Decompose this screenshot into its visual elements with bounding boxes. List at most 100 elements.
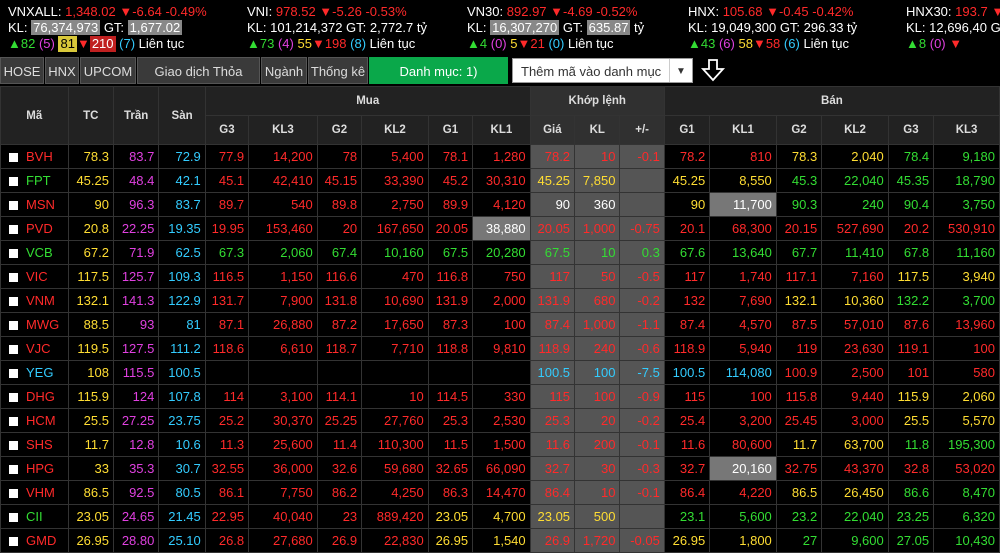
symbol[interactable]: CII (26, 509, 43, 524)
header-g2-2[interactable]: G2 (316, 115, 363, 145)
symbol-cell[interactable]: CII (0, 504, 69, 529)
tab-hose[interactable]: HOSE (0, 57, 44, 84)
row-checkbox[interactable] (9, 201, 18, 211)
symbol-cell[interactable]: VCB (0, 240, 69, 265)
download-arrow-icon[interactable] (700, 57, 726, 83)
symbol-cell[interactable]: FPT (0, 168, 69, 193)
table-row[interactable]: HCM 25.5 27.25 23.75 25.2 30,370 25.25 27,760 25… (0, 408, 1000, 433)
row-checkbox[interactable] (9, 297, 18, 307)
table-row[interactable]: CII 23.05 24.65 21.45 22.95 40,040 23 889,420 23… (0, 504, 1000, 529)
index-name[interactable]: HNX: (688, 4, 719, 19)
header-g3-13[interactable]: G3 (887, 115, 935, 145)
row-checkbox[interactable] (9, 177, 18, 187)
table-row[interactable]: VJC 119.5 127.5 111.2 118.6 6,610 118.7 7,710 11… (0, 336, 1000, 361)
cell-kl3: 5,570 (933, 408, 1000, 433)
symbol[interactable]: PVD (26, 221, 53, 236)
row-checkbox[interactable] (9, 369, 18, 379)
header-g2-11[interactable]: G2 (775, 115, 823, 145)
symbol-cell[interactable]: HPG (0, 456, 69, 481)
row-checkbox[interactable] (9, 465, 18, 475)
symbol[interactable]: HCM (26, 413, 56, 428)
table-row[interactable]: BVH 78.3 83.7 72.9 77.9 14,200 78 5,400 78.1 1,28… (0, 144, 1000, 169)
symbol-cell[interactable]: MSN (0, 192, 69, 217)
header-kl2-12[interactable]: KL2 (821, 115, 889, 145)
add-symbol-select[interactable]: Thêm mã vào danh mục ▼ (512, 58, 693, 83)
symbol[interactable]: VNM (26, 293, 55, 308)
row-checkbox[interactable] (9, 417, 18, 427)
symbol[interactable]: FPT (26, 173, 51, 188)
header-kl3-14[interactable]: KL3 (933, 115, 1000, 145)
tab-danh-muc[interactable]: Danh mục: 1) BlueChips (369, 57, 508, 106)
index-name[interactable]: HNX30: (906, 4, 952, 19)
header-kl-7[interactable]: KL (574, 115, 621, 145)
symbol-cell[interactable]: MWG (0, 312, 69, 337)
header-ma[interactable]: Mã (0, 86, 69, 145)
symbol[interactable]: MSN (26, 197, 55, 212)
tab-hnx[interactable]: HNX (45, 57, 79, 84)
table-row[interactable]: MSN 90 96.3 83.7 89.7 540 89.8 2,750 89.9 4,120 90… (0, 192, 1000, 217)
symbol[interactable]: DHG (26, 389, 55, 404)
header-tc[interactable]: TC (67, 86, 114, 145)
row-checkbox[interactable] (9, 393, 18, 403)
row-checkbox[interactable] (9, 537, 18, 547)
row-checkbox[interactable] (9, 321, 18, 331)
header-kl1-5[interactable]: KL1 (472, 115, 531, 145)
chevron-down-icon[interactable]: ▼ (669, 59, 692, 82)
tab-upcom[interactable]: UPCOM (80, 57, 136, 84)
header-change-8[interactable]: +/- (619, 115, 665, 145)
index-name[interactable]: VN30: (467, 4, 503, 19)
header-giá-6[interactable]: Giá (529, 115, 576, 145)
symbol-cell[interactable]: DHG (0, 384, 69, 409)
header-kl2-3[interactable]: KL2 (361, 115, 429, 145)
symbol[interactable]: VHM (26, 485, 55, 500)
symbol[interactable]: HPG (26, 461, 54, 476)
symbol[interactable]: SHS (26, 437, 53, 452)
tab-nganh[interactable]: Ngành (261, 57, 307, 84)
row-checkbox[interactable] (9, 249, 18, 259)
row-checkbox[interactable] (9, 441, 18, 451)
header-g3-0[interactable]: G3 (204, 115, 250, 145)
row-checkbox[interactable] (9, 153, 18, 163)
tab-thong-ke[interactable]: Thống kê (308, 57, 368, 84)
row-checkbox[interactable] (9, 273, 18, 283)
table-row[interactable]: VCB 67.2 71.9 62.5 67.3 2,060 67.4 10,160 67.5 20… (0, 240, 1000, 265)
row-checkbox[interactable] (9, 489, 18, 499)
header-kl1-10[interactable]: KL1 (709, 115, 777, 145)
index-name[interactable]: VNXALL: (8, 4, 61, 19)
tab-giao-dich-thoa-thuan[interactable]: Giao dịch Thỏa thuận (137, 57, 260, 106)
symbol[interactable]: YEG (26, 365, 53, 380)
table-row[interactable]: PVD 20.8 22.25 19.35 19.95 153,460 20 167,650 20… (0, 216, 1000, 241)
symbol-cell[interactable]: VJC (0, 336, 69, 361)
row-checkbox[interactable] (9, 513, 18, 523)
header-san[interactable]: Sàn (158, 86, 206, 145)
symbol-cell[interactable]: YEG (0, 360, 69, 385)
index-name[interactable]: VNI: (247, 4, 272, 19)
table-row[interactable]: VIC 117.5 125.7 109.3 116.5 1,150 116.6 470 116.… (0, 264, 1000, 289)
symbol[interactable]: VCB (26, 245, 53, 260)
row-checkbox[interactable] (9, 345, 18, 355)
symbol-cell[interactable]: VIC (0, 264, 69, 289)
table-row[interactable]: DHG 115.9 124 107.8 114 3,100 114.1 10 114.5 330 1… (0, 384, 1000, 409)
table-row[interactable]: MWG 88.5 93 81 87.1 26,880 87.2 17,650 87.3 100 87… (0, 312, 1000, 337)
symbol-cell[interactable]: PVD (0, 216, 69, 241)
header-kl3-1[interactable]: KL3 (248, 115, 318, 145)
table-row[interactable]: FPT 45.25 48.4 42.1 45.1 42,410 45.15 33,390 45.… (0, 168, 1000, 193)
symbol-cell[interactable]: SHS (0, 432, 69, 457)
table-row[interactable]: VHM 86.5 92.5 80.5 86.1 7,750 86.2 4,250 86.3 14,… (0, 480, 1000, 505)
row-checkbox[interactable] (9, 225, 18, 235)
table-row[interactable]: VNM 132.1 141.3 122.9 131.7 7,900 131.8 10,690 1… (0, 288, 1000, 313)
header-g1-9[interactable]: G1 (663, 115, 711, 145)
symbol-cell[interactable]: BVH (0, 144, 69, 169)
header-g1-4[interactable]: G1 (427, 115, 474, 145)
symbol[interactable]: VIC (26, 269, 48, 284)
symbol[interactable]: BVH (26, 149, 53, 164)
symbol[interactable]: MWG (26, 317, 59, 332)
header-tran[interactable]: Trần (112, 86, 160, 145)
table-row[interactable]: SHS 11.7 12.8 10.6 11.3 25,600 11.4 110,300 11.5… (0, 432, 1000, 457)
symbol-cell[interactable]: VHM (0, 480, 69, 505)
symbol[interactable]: VJC (26, 341, 51, 356)
table-row[interactable]: YEG 108 115.5 100.5 100.5 100 -7.5 100.5 114,080… (0, 360, 1000, 385)
symbol-cell[interactable]: VNM (0, 288, 69, 313)
symbol-cell[interactable]: HCM (0, 408, 69, 433)
table-row[interactable]: HPG 33 35.3 30.7 32.55 36,000 32.6 59,680 32.65 6… (0, 456, 1000, 481)
